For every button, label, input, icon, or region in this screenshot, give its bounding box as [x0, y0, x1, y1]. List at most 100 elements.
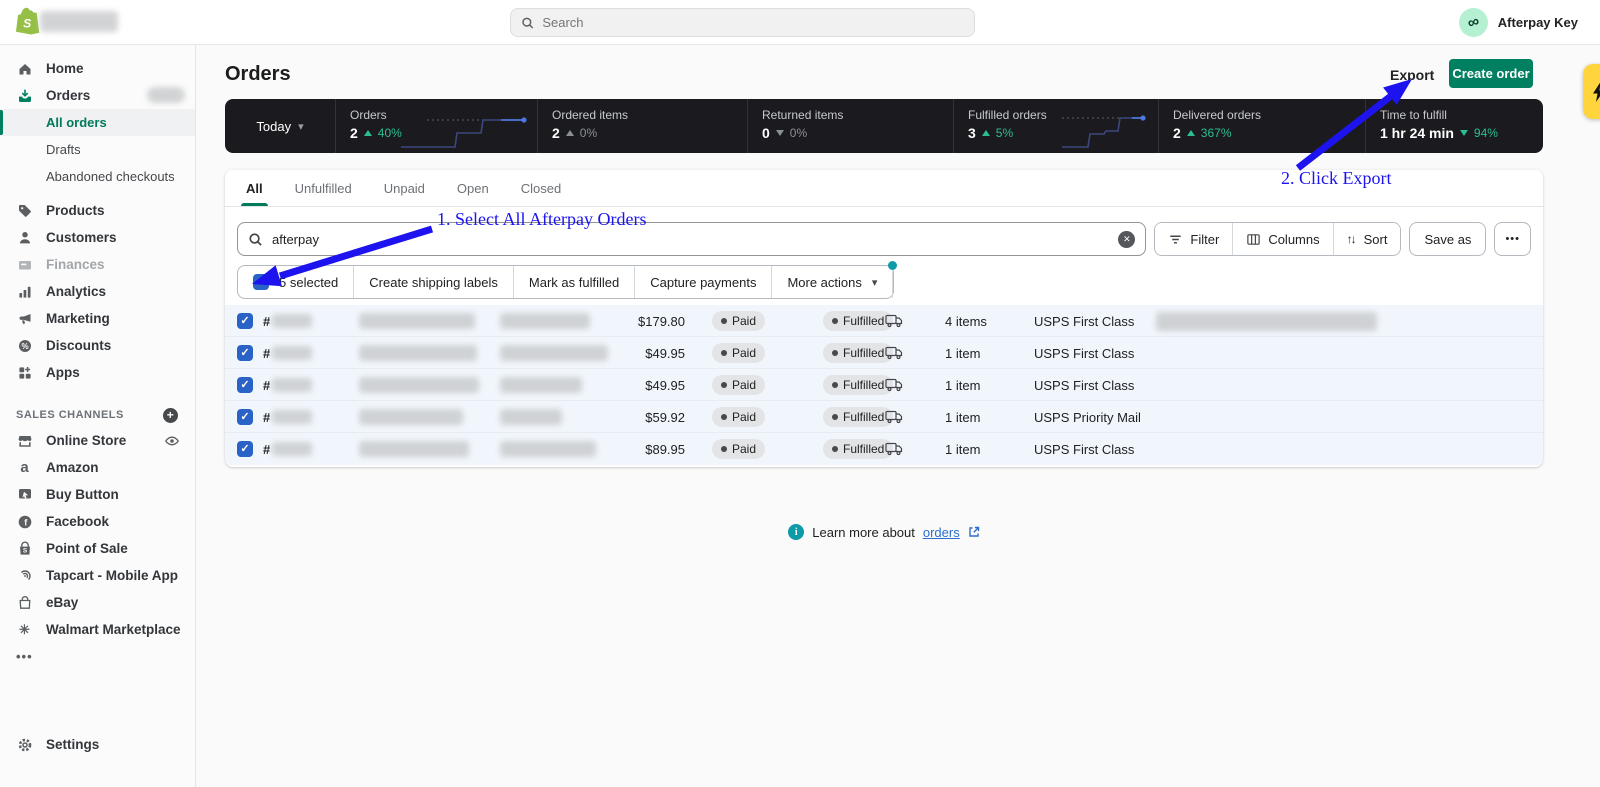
- sidebar-item-discounts[interactable]: % Discounts: [0, 332, 195, 359]
- gear-icon: [16, 736, 33, 753]
- sidebar-item-walmart[interactable]: ✳ Walmart Marketplace: [0, 616, 195, 643]
- sidebar-item-label: Walmart Marketplace: [46, 622, 181, 637]
- trend-up-icon: [1187, 130, 1195, 136]
- tab-unfulfilled[interactable]: Unfulfilled: [295, 170, 352, 206]
- delivery-method: USPS First Class: [1034, 314, 1134, 329]
- orders-help-link[interactable]: orders: [923, 525, 960, 540]
- account-menu[interactable]: ∞ Afterpay Key: [1459, 8, 1578, 37]
- stat-orders: Orders 2 40%: [335, 99, 537, 153]
- add-channel-button[interactable]: +: [163, 408, 178, 423]
- payment-status-badge: Paid: [712, 407, 765, 427]
- stat-delivered-orders: Delivered orders 2 367%: [1158, 99, 1365, 153]
- sidebar-item-apps[interactable]: Apps: [0, 359, 195, 386]
- status-dot: [832, 350, 838, 356]
- select-all-checkbox[interactable]: ✓: [253, 274, 269, 290]
- fulfillment-status-badge: Fulfilled: [823, 407, 893, 427]
- order-number-prefix: #: [263, 442, 270, 457]
- row-checkbox[interactable]: ✓: [237, 313, 253, 329]
- mark-as-fulfilled-button[interactable]: Mark as fulfilled: [514, 266, 635, 298]
- global-search[interactable]: [510, 8, 975, 37]
- stat-label: Ordered items: [552, 108, 747, 122]
- sidebar-item-products[interactable]: Products: [0, 197, 195, 224]
- sidebar-item-label: Analytics: [46, 284, 106, 299]
- helper-widget-tab[interactable]: [1583, 64, 1600, 119]
- tab-all[interactable]: All: [246, 170, 263, 206]
- capture-payments-button[interactable]: Capture payments: [635, 266, 772, 298]
- payment-status-badge: Paid: [712, 439, 765, 459]
- sidebar-item-analytics[interactable]: Analytics: [0, 278, 195, 305]
- redacted-order-number: [272, 314, 312, 328]
- sidebar-item-home[interactable]: Home: [0, 55, 195, 82]
- order-row[interactable]: ✓ # $59.92 Paid Fulfilled 1 item USPS Pr…: [225, 401, 1543, 433]
- clear-search-icon[interactable]: ✕: [1118, 231, 1135, 248]
- sidebar-item-orders[interactable]: Orders: [0, 82, 195, 109]
- more-options-button[interactable]: •••: [1494, 222, 1531, 256]
- sidebar-item-settings[interactable]: Settings: [0, 731, 195, 758]
- sidebar-item-facebook[interactable]: f Facebook: [0, 508, 195, 535]
- sidebar-item-amazon[interactable]: a Amazon: [0, 454, 195, 481]
- sidebar-item-marketing[interactable]: Marketing: [0, 305, 195, 332]
- external-link-icon: [968, 526, 980, 538]
- lightning-bolt-icon: [1591, 81, 1600, 103]
- sidebar-more-button[interactable]: •••: [0, 643, 195, 670]
- status-dot: [721, 350, 727, 356]
- sidebar-item-all-orders[interactable]: All orders: [0, 109, 195, 136]
- sidebar-item-finances[interactable]: Finances: [0, 251, 195, 278]
- redacted-customer: [500, 409, 562, 425]
- redacted-customer: [500, 313, 590, 329]
- order-row[interactable]: ✓ # $89.95 Paid Fulfilled 1 item USPS Fi…: [225, 433, 1543, 465]
- order-number-prefix: #: [263, 346, 270, 361]
- order-row[interactable]: ✓ # $179.80 Paid Fulfilled 4 items USPS …: [225, 305, 1543, 337]
- more-actions-button[interactable]: More actions▾: [772, 266, 893, 298]
- stat-value: 0: [762, 125, 770, 141]
- tab-unpaid[interactable]: Unpaid: [384, 170, 425, 206]
- tab-open[interactable]: Open: [457, 170, 489, 206]
- storefront-icon: [16, 432, 33, 449]
- create-order-button[interactable]: Create order: [1449, 59, 1533, 88]
- fulfilled-sparkline: [1060, 107, 1150, 149]
- fulfillment-status-badge: Fulfilled: [823, 439, 893, 459]
- orders-search[interactable]: ✕: [237, 222, 1146, 256]
- items-count: 1 item: [945, 378, 980, 393]
- truck-icon: [885, 378, 903, 392]
- sidebar-item-ebay[interactable]: eBay: [0, 589, 195, 616]
- main-content: Orders Export Create order Today ▾ Order…: [196, 45, 1600, 787]
- row-checkbox[interactable]: ✓: [237, 409, 253, 425]
- sidebar-item-customers[interactable]: Customers: [0, 224, 195, 251]
- create-shipping-labels-button[interactable]: Create shipping labels: [354, 266, 514, 298]
- tab-closed[interactable]: Closed: [521, 170, 561, 206]
- row-checkbox[interactable]: ✓: [237, 441, 253, 457]
- orders-search-input[interactable]: [272, 232, 1109, 247]
- global-search-input[interactable]: [542, 15, 964, 30]
- filter-button[interactable]: Filter: [1155, 223, 1232, 255]
- order-row[interactable]: ✓ # $49.95 Paid Fulfilled 1 item USPS Fi…: [225, 337, 1543, 369]
- row-checkbox[interactable]: ✓: [237, 345, 253, 361]
- sidebar-item-point-of-sale[interactable]: S Point of Sale: [0, 535, 195, 562]
- redacted-order-number: [272, 378, 312, 392]
- sidebar-item-online-store[interactable]: Online Store: [0, 427, 195, 454]
- bulk-actions-bar: ✓ 5 selected Create shipping labels Mark…: [237, 265, 894, 299]
- order-total: $49.95: [605, 378, 685, 393]
- row-checkbox[interactable]: ✓: [237, 377, 253, 393]
- status-dot: [832, 318, 838, 324]
- sidebar-item-drafts[interactable]: Drafts: [0, 136, 195, 163]
- order-tabs: All Unfulfilled Unpaid Open Closed: [225, 170, 1543, 207]
- export-button[interactable]: Export: [1386, 65, 1438, 85]
- sidebar-item-buy-button[interactable]: Buy Button: [0, 481, 195, 508]
- save-as-button[interactable]: Save as: [1409, 222, 1486, 256]
- sidebar-item-abandoned-checkouts[interactable]: Abandoned checkouts: [0, 163, 195, 190]
- stat-delta: 0%: [790, 126, 807, 140]
- trend-up-icon: [364, 130, 372, 136]
- orders-card: All Unfulfilled Unpaid Open Closed ✕ Fil…: [225, 170, 1543, 467]
- sort-button[interactable]: ↑↓ Sort: [1333, 223, 1401, 255]
- selected-count: 5 selected: [279, 275, 338, 290]
- home-icon: [16, 60, 33, 77]
- sidebar-item-tapcart[interactable]: Tapcart - Mobile App: [0, 562, 195, 589]
- columns-button[interactable]: Columns: [1232, 223, 1332, 255]
- select-all-segment[interactable]: ✓ 5 selected: [238, 266, 354, 298]
- order-row[interactable]: ✓ # $49.95 Paid Fulfilled 1 item USPS Fi…: [225, 369, 1543, 401]
- view-controls: Filter Columns ↑↓ Sort: [1154, 222, 1401, 256]
- date-range-dropdown[interactable]: Today ▾: [225, 99, 335, 153]
- eye-icon[interactable]: [164, 433, 180, 449]
- sidebar-item-label: Orders: [46, 88, 90, 103]
